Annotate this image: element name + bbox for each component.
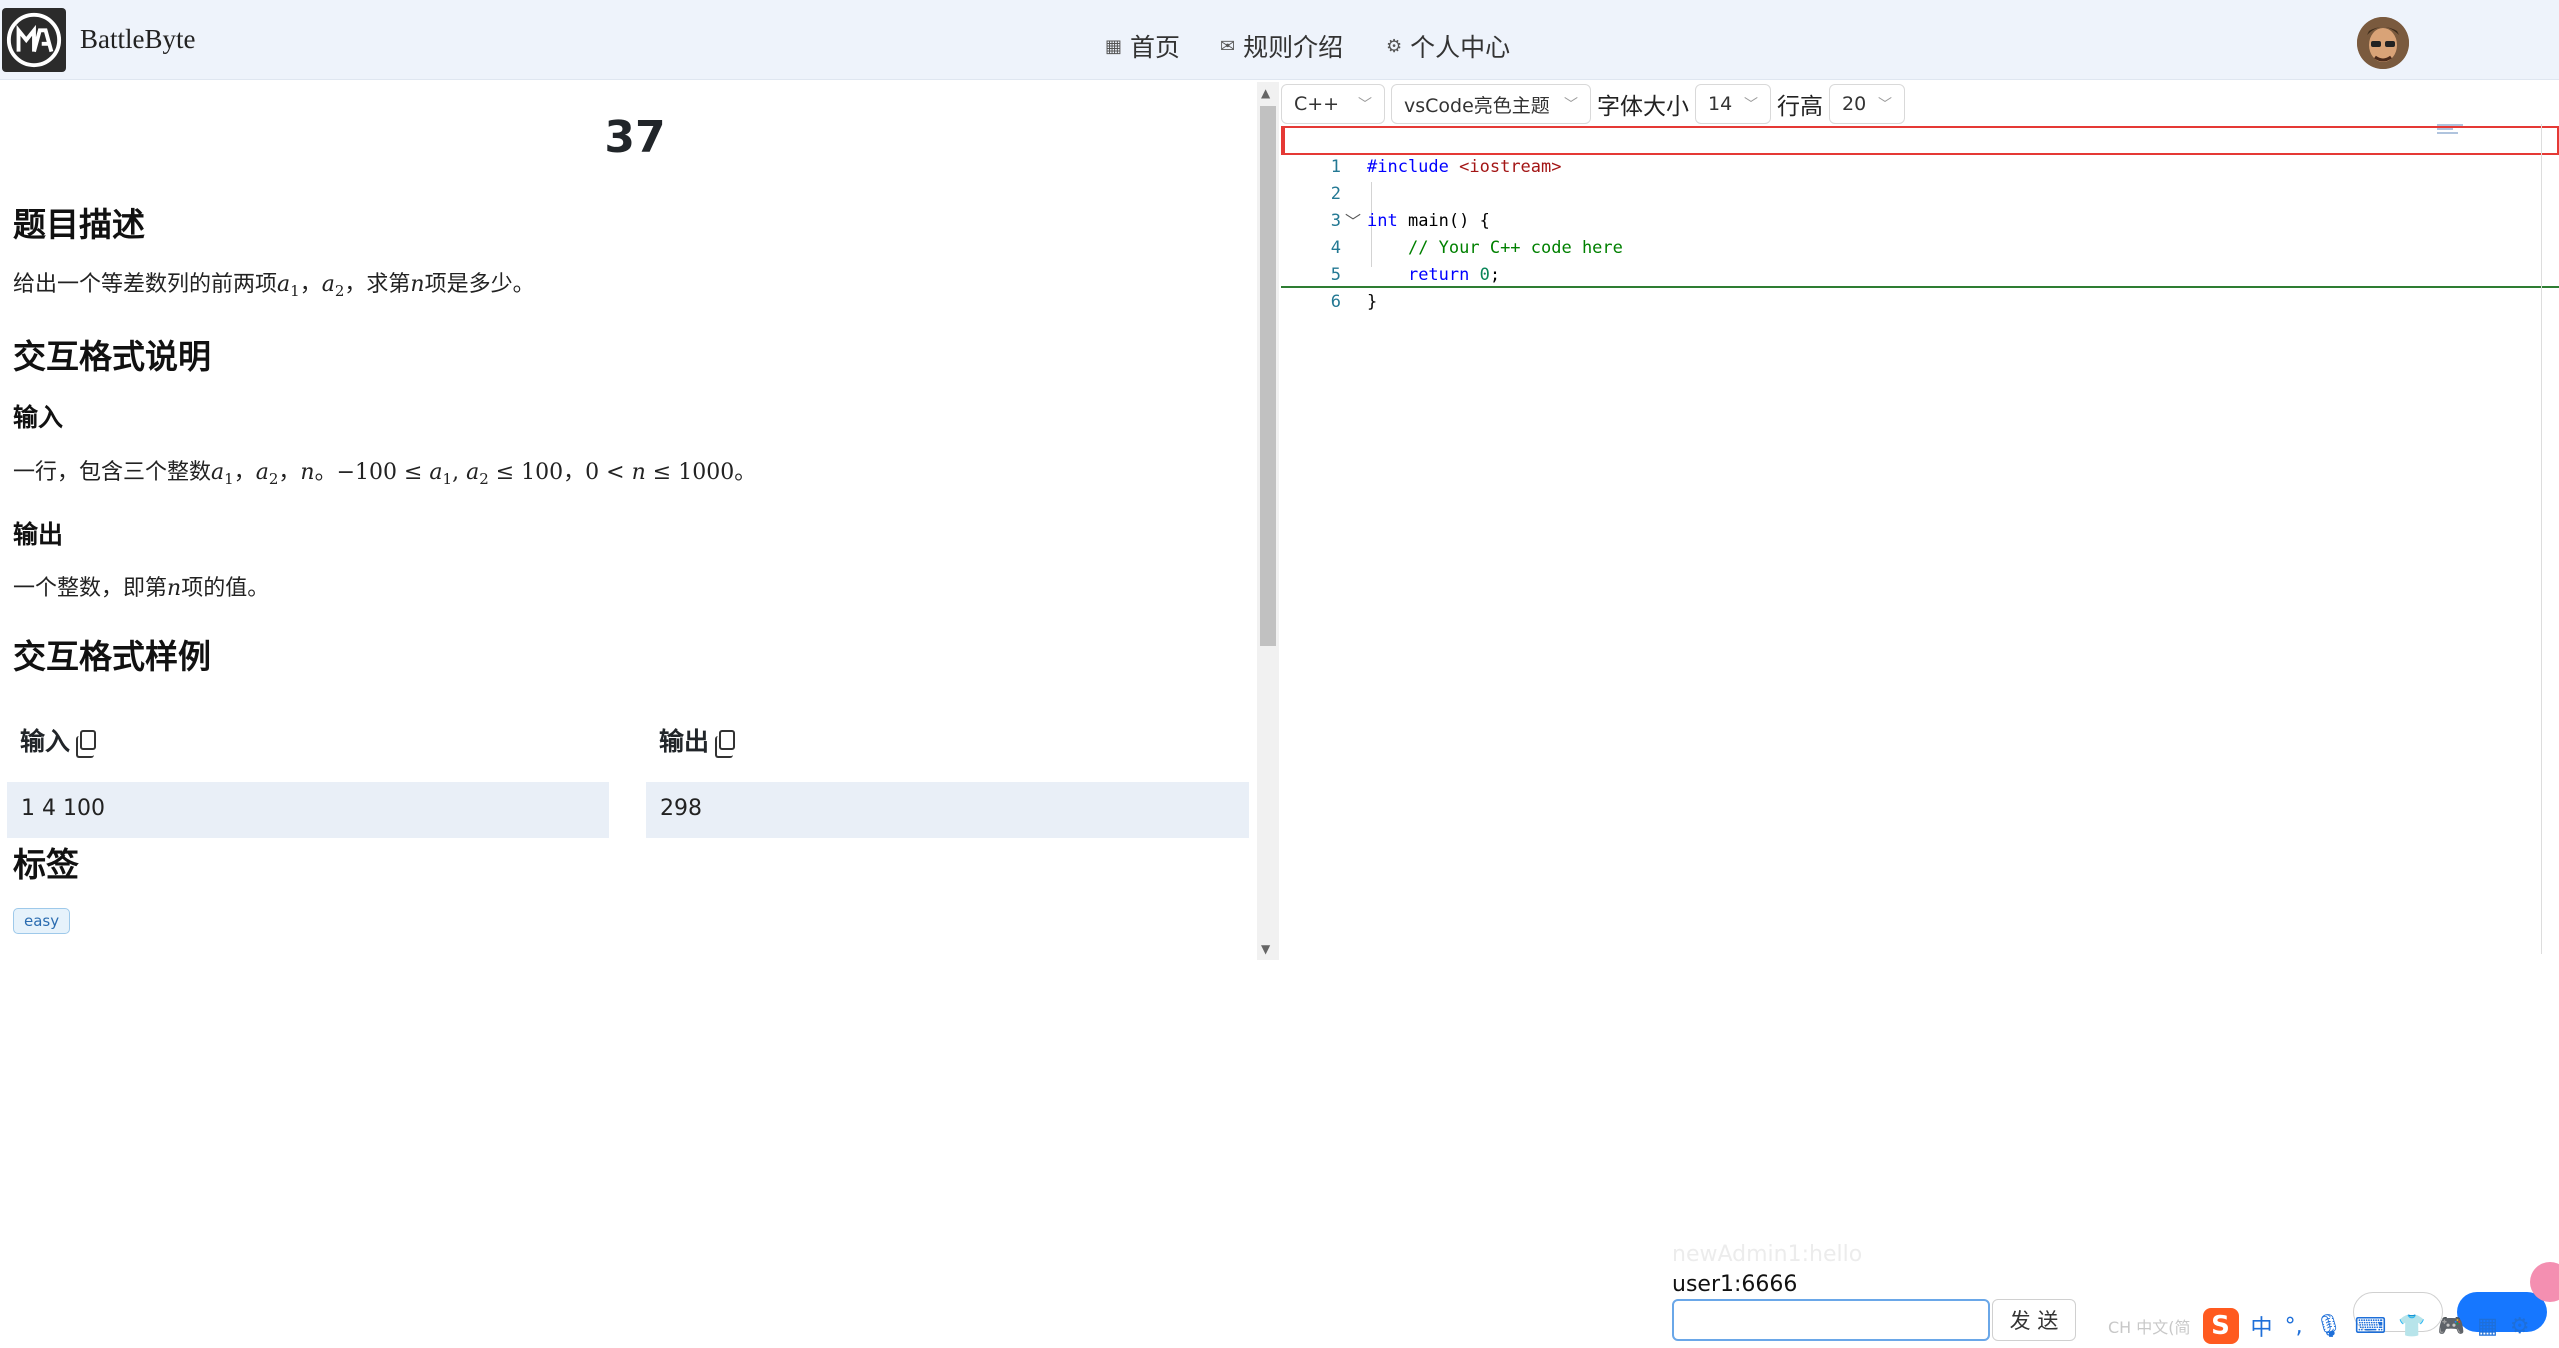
sogou-icon[interactable]: S [2202, 1308, 2239, 1344]
sample-output-label: 输出 [659, 727, 710, 756]
editor-bottom-border [1281, 286, 2559, 288]
description-text-mid: ，求第 [344, 272, 411, 297]
line-height-value: 20 [1842, 93, 1867, 115]
ime-mode-indicator[interactable]: 中 [2251, 1310, 2273, 1342]
chevron-down-icon: ﹀ [1358, 97, 1372, 113]
input-text-pre: 一行，包含三个整数 [13, 460, 212, 485]
font-size-select[interactable]: 14 ﹀ [1695, 84, 1771, 124]
output-text-pre: 一个整数，即第 [13, 576, 168, 601]
scroll-up-icon[interactable]: ▲ [1261, 86, 1270, 100]
input-text: 一行，包含三个整数a1，a2，n。−100 ≤ a1, a2 ≤ 100，0 <… [13, 454, 757, 488]
description-math-terms: a1，a2 [277, 272, 345, 300]
samples-heading: 交互格式样例 [13, 637, 211, 676]
sample-output-box: 298 [646, 782, 1249, 838]
chevron-down-icon: ﹀ [1564, 97, 1578, 113]
nav-rules[interactable]: ✉ 规则介绍 [1220, 28, 1343, 64]
font-size-label: 字体大小 [1597, 94, 1689, 120]
sample-input-label: 输入 [20, 727, 71, 756]
output-heading: 输出 [13, 520, 64, 549]
input-math: a1，a2，n。−100 ≤ a1, a2 ≤ 100，0 < n ≤ 1000… [211, 460, 757, 488]
avatar-image [2357, 17, 2409, 69]
description-text: 给出一个等差数列的前两项a1，a2，求第n项是多少。 [13, 266, 535, 300]
code-line-3: 3 ﹀ int main() { [1281, 181, 2559, 231]
chevron-down-icon: ﹀ [1878, 97, 1892, 113]
chevron-down-icon: ﹀ [1744, 97, 1758, 113]
user-avatar[interactable] [2357, 17, 2409, 69]
keyboard-icon[interactable]: ⌨ [2355, 1314, 2387, 1339]
punctuation-icon[interactable]: °, [2285, 1314, 2303, 1339]
language-select[interactable]: C++ ﹀ [1281, 84, 1385, 124]
gear-icon: ⚙ [1386, 35, 1403, 57]
logo-icon [6, 12, 62, 68]
code-editor[interactable]: 1 #include <iostream> 2 3 ﹀ int main() { 4 … [1281, 126, 2559, 960]
nav-home[interactable]: ▦ 首页 [1105, 28, 1180, 64]
code-line-5: 5 return 0; [1330, 265, 1501, 285]
theme-value: vsCode亮色主题 [1404, 94, 1550, 117]
send-button[interactable]: 发 送 [1992, 1299, 2076, 1341]
problem-panel: 37 题目描述 给出一个等差数列的前两项a1，a2，求第n项是多少。 交互格式说… [0, 80, 1256, 960]
editor-scrollbar[interactable] [2541, 124, 2542, 954]
chat-message: user1:6666 [1672, 1272, 1798, 1297]
code-line-6: 6} [1330, 292, 1378, 312]
scroll-down-icon[interactable]: ▼ [1261, 942, 1270, 956]
sample-input-header: 输入 [20, 722, 97, 758]
chat-message-faded: newAdmin1:hello [1672, 1242, 1863, 1267]
chat-input[interactable] [1672, 1299, 1990, 1341]
top-navbar: BattleByte ▦ 首页 ✉ 规则介绍 ⚙ 个人中心 [0, 0, 2559, 80]
description-text-pre: 给出一个等差数列的前两项 [13, 272, 278, 297]
editor-minimap[interactable] [2437, 124, 2463, 136]
output-math-n: n [167, 576, 182, 601]
grid-icon: ▦ [1105, 35, 1123, 57]
code-line-2: 2 [1330, 184, 1341, 204]
scrollbar-thumb[interactable] [1260, 106, 1276, 646]
input-heading: 输入 [13, 403, 64, 432]
problem-scrollbar[interactable]: ▲ ▼ [1257, 82, 1279, 960]
language-value: C++ [1294, 93, 1340, 115]
line-height-label: 行高 [1777, 94, 1823, 120]
sample-input-box: 1 4 100 [7, 782, 609, 838]
output-text-post: 项的值。 [181, 576, 270, 601]
settings-icon[interactable]: ⚙ [2510, 1314, 2530, 1339]
copy-icon[interactable] [715, 730, 736, 758]
font-size-value: 14 [1708, 93, 1733, 115]
ime-toolbar: CH 中文(简 S 中 °, 🎙 ⌨ 👕 🎮 ▦ ⚙ [2108, 1304, 2530, 1348]
code-line-4: 4 // Your C++ code here [1330, 238, 1623, 258]
code-line-1: 1 #include <iostream> [1330, 157, 1562, 177]
gamepad-icon[interactable]: 🎮 [2438, 1314, 2465, 1339]
apps-grid-icon[interactable]: ▦ [2477, 1314, 2498, 1339]
nav-home-label: 首页 [1130, 33, 1181, 62]
nav-profile[interactable]: ⚙ 个人中心 [1386, 28, 1510, 64]
ime-status: CH 中文(简 [2108, 1318, 2191, 1337]
description-math-n: n [410, 272, 425, 297]
sample-output-header: 输出 [659, 722, 736, 758]
shirt-icon[interactable]: 👕 [2398, 1314, 2425, 1339]
description-heading: 题目描述 [13, 205, 145, 244]
problem-title: 37 [604, 112, 666, 163]
format-heading: 交互格式说明 [13, 337, 211, 376]
description-text-post: 项是多少。 [424, 272, 535, 297]
tags-heading: 标签 [13, 845, 79, 884]
nav-profile-label: 个人中心 [1410, 33, 1511, 62]
theme-select[interactable]: vsCode亮色主题 ﹀ [1391, 84, 1591, 124]
editor-toolbar: C++ ﹀ vsCode亮色主题 ﹀ 字体大小 14 ﹀ 行高 20 ﹀ [1281, 82, 1905, 126]
mail-icon: ✉ [1220, 35, 1236, 57]
output-text: 一个整数，即第n项的值。 [13, 570, 269, 602]
microphone-icon[interactable]: 🎙 [2315, 1314, 2343, 1339]
copy-icon[interactable] [76, 730, 97, 758]
tag-easy[interactable]: easy [13, 908, 71, 934]
battlebyte-logo[interactable] [2, 8, 66, 72]
brand-name[interactable]: BattleByte [80, 24, 195, 55]
line-height-select[interactable]: 20 ﹀ [1829, 84, 1905, 124]
nav-rules-label: 规则介绍 [1243, 33, 1344, 62]
